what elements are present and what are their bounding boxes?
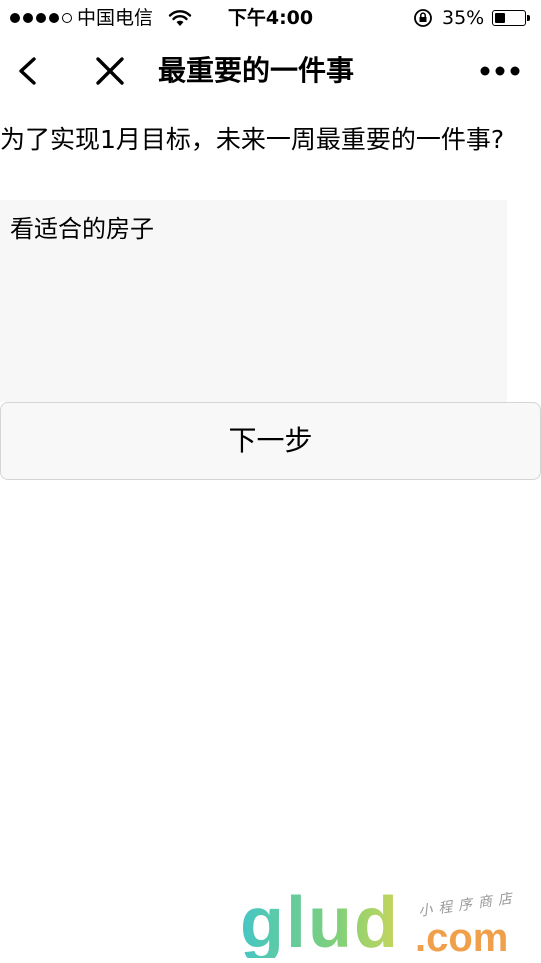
answer-textarea[interactable]: 看适合的房子 [0,200,507,402]
watermark-logo-text: glud [240,883,400,963]
watermark-logo: glud 小程序商店 .com [240,883,540,963]
rotation-lock-icon [414,9,432,27]
battery-level [495,13,505,23]
next-step-button[interactable]: 下一步 [0,402,541,480]
nav-bar: 最重要的一件事 [0,36,541,106]
close-icon [96,57,124,85]
battery-icon [492,10,526,26]
more-dots-icon [480,66,520,76]
status-bar: 中国电信 下午4:00 35% [0,0,541,36]
question-text: 为了实现1月目标，未来一周最重要的一件事? [0,125,505,154]
close-button[interactable] [90,51,130,91]
more-button[interactable] [475,56,525,86]
page-title: 最重要的一件事 [158,54,355,87]
chevron-left-icon [19,57,36,85]
watermark-domain: .com [415,916,509,960]
back-button[interactable] [10,51,46,91]
battery-percent: 35% [442,7,485,29]
